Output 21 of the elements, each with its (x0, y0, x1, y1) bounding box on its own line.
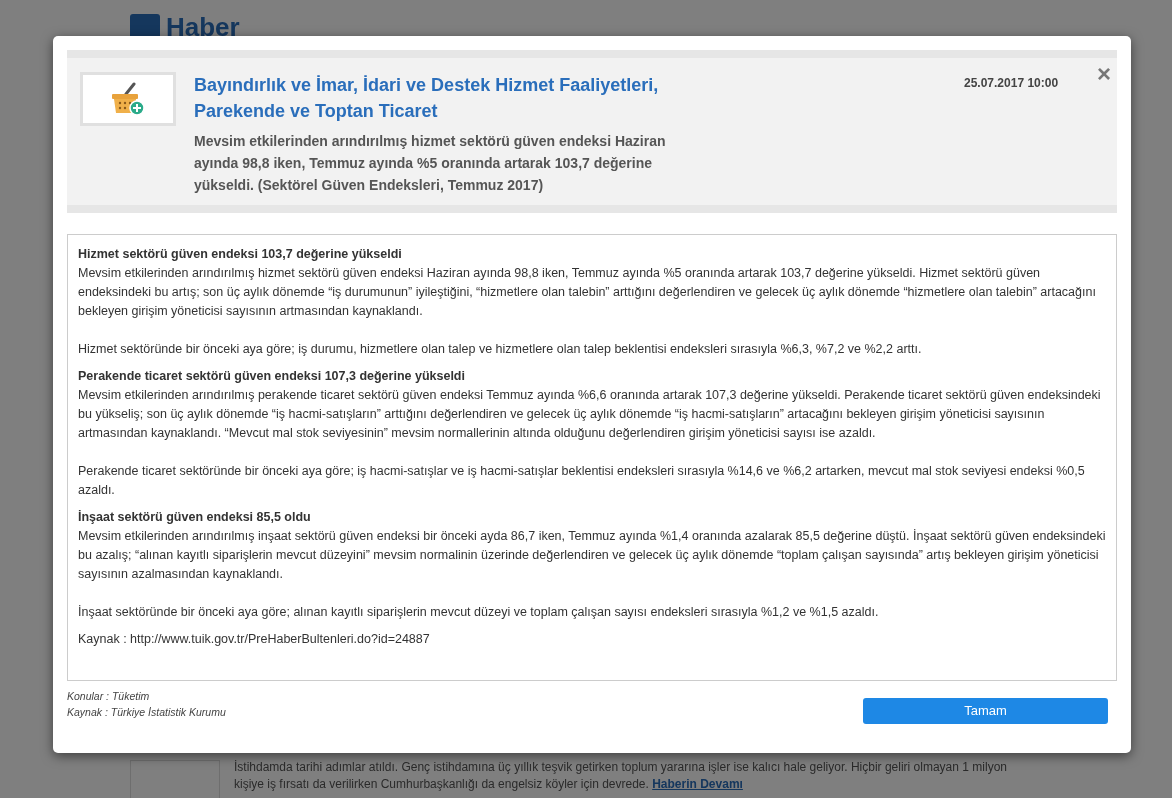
paragraph: Mevsim etkilerinden arındırılmış inşaat sektörü güven endeksi bir önceki ayda 86,7 iken, Temmuz ayında %1,4 oranında azalarak 85,5 değerine düştü. İnşaat sektörü güven endeksindeki bu azalış; “alınan kayıtlı siparişlerin mevcut düzeyini” mevsim normalinin üzerinde değerlendiren ve gelecek üç aylık dönemde “toplam çalışan sayısında” artış bekleyen girişim yöneticisi sayısının azalmasından kaynaklandı. (78, 528, 1106, 583)
read-more-link[interactable]: Haberin Devamı (652, 777, 743, 791)
paragraph: İnşaat sektöründe bir önceki aya göre; alınan kayıtlı siparişlerin mevcut düzeyi ve toplam çalışan sayısı endeksleri sırasıyla %1,2 ve %1,5 azaldı. (78, 604, 880, 621)
source-text: Kaynak : http://www.tuik.gov.tr/PreHaberBultenleri.do?id=24887 (78, 631, 431, 648)
section-heading: Perakende ticaret sektörü güven endeksi 107,3 değerine yükseldi (78, 368, 466, 385)
footer-note: Konular : Tüketim (67, 689, 151, 704)
paragraph: Hizmet sektöründe bir önceki aya göre; iş durumu, hizmetlere olan talep ve hizmetlere olan talep beklentisi endeksleri sırasıyla %6,3, %7,2 ve %2,2 arttı. (78, 341, 923, 358)
paragraph: Mevsim etkilerinden arındırılmış hizmet sektörü güven endeksi Haziran ayında 98,8 iken, Temmuz ayında %5 oranında artarak 103,7 değerine yükseldi. Hizmet sektörü güven endeksindeki bu artış; son üç aylık dönemde “iş durumunun” iyileştiğini, “hizmetlere olan talebin” arttığını değerlendiren ve gelecek üç aylık dönemde “hizmetlere olan talebin” artacağını bekleyen girişim yöneticisi sayısının artmasından kaynaklandı. (78, 265, 1097, 320)
modal-title: Bayındırlık ve İmar, İdari ve Destek Hizmet Faaliyetleri, Parekende ve Toptan Ticaret (194, 74, 660, 123)
paragraph: Perakende ticaret sektöründe bir önceki aya göre; iş hacmi-satışlar ve iş hacmi-satışlar beklentisi endeksleri sırasıyla %14,6 ve %6,2 artarken, mevcut mal stok seviyesi endeksi %0,5 azaldı. (78, 463, 1086, 499)
logo-text[interactable]: Haber (166, 14, 240, 40)
footer-note: Kaynak : Türkiye İstatistik Kurumu (67, 705, 226, 720)
basket-icon (110, 82, 146, 116)
article-summary: İstihdamda tarihi adımlar atıldı. Genç istihdamına üç yıllık teşvik getirken toplum yararına işler ise kalıcı hale geliyor. Hiçbir geliri olmayan 1 milyon kişiye iş fırsatı da verilirken Cumhurbaşkanlığı da engelsiz köyler için devrede. Haberin Devamı (234, 759, 1008, 793)
section-heading: Hizmet sektörü güven endeksi 103,7 değerine yükseldi (78, 246, 403, 263)
date-time: 25.07.2017 10:00 (964, 75, 1059, 92)
ok-button[interactable]: Tamam (863, 698, 1108, 724)
paragraph: Mevsim etkilerinden arındırılmış perakende ticaret sektörü güven endeksi Temmuz ayında %6,6 oranında artarak 107,3 değerine yükseldi. Perakende ticaret sektörü güven endeksindeki bu yükseliş; son üç aylık dönemde “iş hacmi-satışların” arttığını değerlendiren ve gelecek üç aylık dönemde “iş hacmi-satışların” artacağını bekleyen girişim yöneticisi sayısının artmasından kaynaklandı. “Mevcut mal stok seviyesinin” mevsim normallerinin altında olduğunu değerlendiren girişim yöneticisi sayısı ise azaldı. (78, 387, 1102, 442)
close-button[interactable]: × (1097, 62, 1111, 86)
modal-summary: Mevsim etkilerinden arındırılmış hizmet sektörü güven endeksi Haziran ayında 98,8 iken, Temmuz ayında %5 oranında artarak 103,7 değerine yükseldi. (Sektörel Güven Endeksleri, Temmuz 2017) (194, 132, 667, 195)
section-heading: İnşaat sektörü güven endeksi 85,5 oldu (78, 509, 312, 526)
